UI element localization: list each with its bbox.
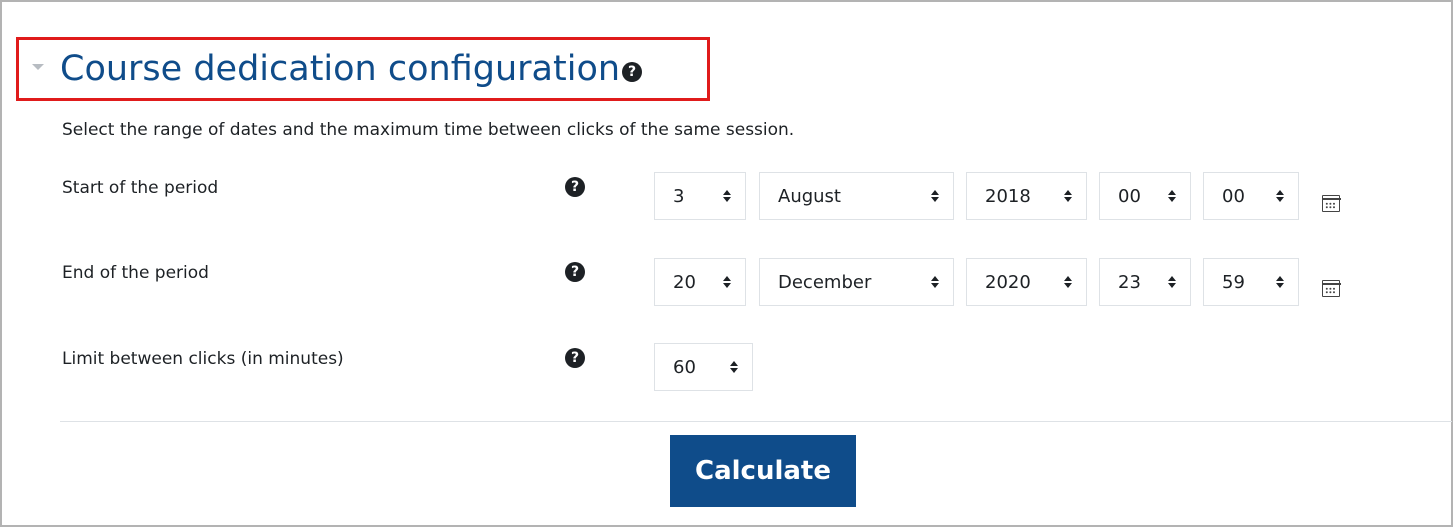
start-month-value: August [778, 185, 841, 207]
updown-arrows-icon [1064, 276, 1072, 288]
end-year-value: 2020 [985, 271, 1031, 293]
start-day-select[interactable]: 3 [654, 172, 746, 220]
start-hour-select[interactable]: 00 [1099, 172, 1191, 220]
form-divider [60, 421, 1452, 422]
question-icon[interactable]: ? [622, 62, 643, 82]
start-year-select[interactable]: 2018 [966, 172, 1087, 220]
form-frame: Course dedication configuration ? Select… [0, 0, 1453, 527]
updown-arrows-icon [1276, 190, 1284, 202]
start-month-select[interactable]: August [759, 172, 954, 220]
question-icon[interactable]: ? [565, 177, 585, 197]
updown-arrows-icon [1064, 190, 1072, 202]
section-title-text: Course dedication configuration [60, 49, 621, 89]
end-period-label: End of the period [62, 263, 209, 283]
start-period-label: Start of the period [62, 178, 219, 198]
updown-arrows-icon [931, 276, 939, 288]
start-hour-value: 00 [1118, 185, 1141, 207]
question-icon[interactable]: ? [565, 348, 585, 368]
updown-arrows-icon [1276, 276, 1284, 288]
start-minute-value: 00 [1222, 185, 1245, 207]
end-minute-value: 59 [1222, 271, 1245, 293]
end-month-value: December [778, 271, 872, 293]
updown-arrows-icon [730, 361, 738, 373]
updown-arrows-icon [723, 190, 731, 202]
end-minute-select[interactable]: 59 [1203, 258, 1299, 306]
start-minute-select[interactable]: 00 [1203, 172, 1299, 220]
updown-arrows-icon [723, 276, 731, 288]
end-day-select[interactable]: 20 [654, 258, 746, 306]
section-description: Select the range of dates and the maximu… [62, 120, 795, 140]
start-day-value: 3 [673, 185, 685, 207]
limit-minutes-select[interactable]: 60 [654, 343, 753, 391]
limit-minutes-value: 60 [673, 356, 696, 378]
end-hour-select[interactable]: 23 [1099, 258, 1191, 306]
updown-arrows-icon [931, 190, 939, 202]
limit-label: Limit between clicks (in minutes) [62, 349, 344, 369]
calendar-icon[interactable] [1321, 195, 1341, 212]
updown-arrows-icon [1168, 190, 1176, 202]
section-title[interactable]: Course dedication configuration ? [60, 46, 643, 92]
start-year-value: 2018 [985, 185, 1031, 207]
end-year-select[interactable]: 2020 [966, 258, 1087, 306]
question-icon[interactable]: ? [565, 262, 585, 282]
calendar-icon[interactable] [1321, 280, 1341, 297]
calculate-button[interactable]: Calculate [670, 435, 856, 507]
collapse-caret-icon[interactable] [32, 64, 44, 70]
end-month-select[interactable]: December [759, 258, 954, 306]
end-hour-value: 23 [1118, 271, 1141, 293]
updown-arrows-icon [1168, 276, 1176, 288]
end-day-value: 20 [673, 271, 696, 293]
